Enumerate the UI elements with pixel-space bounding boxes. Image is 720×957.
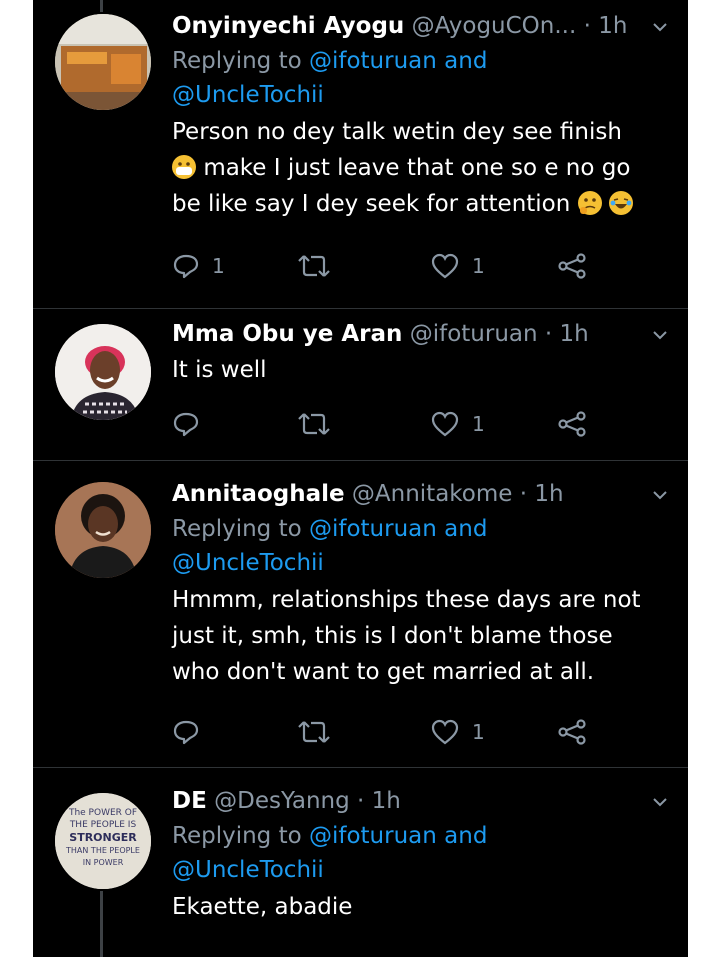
- thread-line: [100, 891, 103, 957]
- replying-to: Replying to @ifoturuan and @UncleTochii: [172, 48, 488, 108]
- share-button[interactable]: [557, 716, 587, 748]
- tweet-text: Person no dey talk wetin dey see finish …: [172, 114, 667, 222]
- svg-text:IN POWER: IN POWER: [83, 858, 124, 867]
- avatar-image: [55, 324, 151, 420]
- author-name[interactable]: DE: [172, 788, 207, 814]
- tweet-time[interactable]: · 1h: [584, 13, 628, 39]
- mention-link[interactable]: @UncleTochii: [172, 82, 324, 108]
- like-count: 1: [472, 412, 485, 436]
- reply-count: 1: [212, 254, 225, 278]
- avatar[interactable]: [55, 324, 151, 420]
- like-button[interactable]: 1: [430, 716, 485, 748]
- like-count: 1: [472, 720, 485, 744]
- tweet-header: Onyinyechi Ayogu @AyoguCOn... · 1h: [172, 10, 667, 42]
- tweet-text: It is well: [172, 357, 267, 383]
- mention-link[interactable]: @ifoturuan: [309, 823, 437, 849]
- tweet-text: Hmmm, relationships these days are not j…: [172, 587, 641, 685]
- tweet-time[interactable]: · 1h: [520, 481, 564, 507]
- avatar[interactable]: The POWER OF THE PEOPLE IS STRONGER THAN…: [55, 793, 151, 889]
- tweet-header: DE @DesYanng · 1h: [172, 785, 667, 817]
- reply-button[interactable]: 1: [172, 250, 225, 282]
- chevron-down-icon[interactable]: [653, 20, 667, 34]
- tweet-1[interactable]: Onyinyechi Ayogu @AyoguCOn... · 1h Reply…: [33, 0, 688, 309]
- author-handle[interactable]: @DesYanng: [214, 788, 350, 814]
- like-icon: [431, 719, 459, 745]
- author-handle[interactable]: @Annitakome: [352, 481, 513, 507]
- tweet-time[interactable]: · 1h: [357, 788, 401, 814]
- tweet-header: Annitaoghale @Annitakome · 1h: [172, 478, 667, 510]
- tweet-header: Mma Obu ye Aran @ifoturuan · 1h: [172, 318, 667, 350]
- retweet-button[interactable]: [297, 250, 343, 282]
- retweet-icon: [298, 413, 330, 435]
- author-handle[interactable]: @AyoguCOn...: [412, 13, 577, 39]
- avatar[interactable]: [55, 14, 151, 110]
- laughing-emoji-icon: [608, 191, 633, 215]
- avatar-image: The POWER OF THE PEOPLE IS STRONGER THAN…: [55, 793, 151, 889]
- share-icon: [558, 253, 586, 279]
- svg-text:THE PEOPLE IS: THE PEOPLE IS: [69, 820, 137, 830]
- share-button[interactable]: [557, 250, 587, 282]
- retweet-button[interactable]: [297, 408, 343, 440]
- tweet-time[interactable]: · 1h: [545, 321, 589, 347]
- retweet-icon: [298, 721, 330, 743]
- chevron-down-icon[interactable]: [653, 328, 667, 342]
- mention-link[interactable]: @ifoturuan: [309, 48, 437, 74]
- like-button[interactable]: 1: [430, 408, 485, 440]
- mask-emoji-icon: [172, 155, 196, 179]
- tweet-2[interactable]: Mma Obu ye Aran @ifoturuan · 1h It is we…: [33, 308, 688, 461]
- author-name[interactable]: Annitaoghale: [172, 481, 345, 507]
- author-name[interactable]: Mma Obu ye Aran: [172, 321, 402, 347]
- author-name[interactable]: Onyinyechi Ayogu: [172, 13, 404, 39]
- share-button[interactable]: [557, 408, 587, 440]
- thread-line: [100, 0, 103, 12]
- svg-text:The POWER OF: The POWER OF: [68, 808, 137, 818]
- mention-link[interactable]: @ifoturuan: [309, 516, 437, 542]
- chevron-down-icon[interactable]: [653, 795, 667, 809]
- like-icon: [431, 411, 459, 437]
- svg-text:THAN THE PEOPLE: THAN THE PEOPLE: [65, 846, 140, 855]
- thinking-emoji-icon: [577, 191, 602, 215]
- author-handle[interactable]: @ifoturuan: [410, 321, 538, 347]
- avatar-image: [55, 14, 151, 110]
- share-icon: [558, 719, 586, 745]
- mention-link[interactable]: @UncleTochii: [172, 550, 324, 576]
- avatar[interactable]: [55, 482, 151, 578]
- retweet-icon: [298, 255, 330, 277]
- replying-to: Replying to @ifoturuan and @UncleTochii: [172, 516, 488, 576]
- like-button[interactable]: 1: [430, 250, 485, 282]
- share-icon: [558, 411, 586, 437]
- mention-link[interactable]: @UncleTochii: [172, 857, 324, 883]
- tweet-4[interactable]: The POWER OF THE PEOPLE IS STRONGER THAN…: [33, 767, 688, 957]
- like-icon: [431, 253, 459, 279]
- reply-button[interactable]: [172, 716, 212, 748]
- reply-icon: [173, 254, 199, 279]
- reply-button[interactable]: [172, 408, 212, 440]
- tweet-3[interactable]: Annitaoghale @Annitakome · 1h Replying t…: [33, 460, 688, 768]
- reply-icon: [173, 720, 199, 745]
- replying-to: Replying to @ifoturuan and @UncleTochii: [172, 823, 488, 883]
- svg-text:STRONGER: STRONGER: [69, 831, 137, 844]
- retweet-button[interactable]: [297, 716, 343, 748]
- chevron-down-icon[interactable]: [653, 488, 667, 502]
- avatar-image: [55, 482, 151, 578]
- tweet-text: Ekaette, abadie: [172, 894, 353, 920]
- like-count: 1: [472, 254, 485, 278]
- reply-icon: [173, 412, 199, 437]
- tweet-feed: Onyinyechi Ayogu @AyoguCOn... · 1h Reply…: [33, 0, 688, 957]
